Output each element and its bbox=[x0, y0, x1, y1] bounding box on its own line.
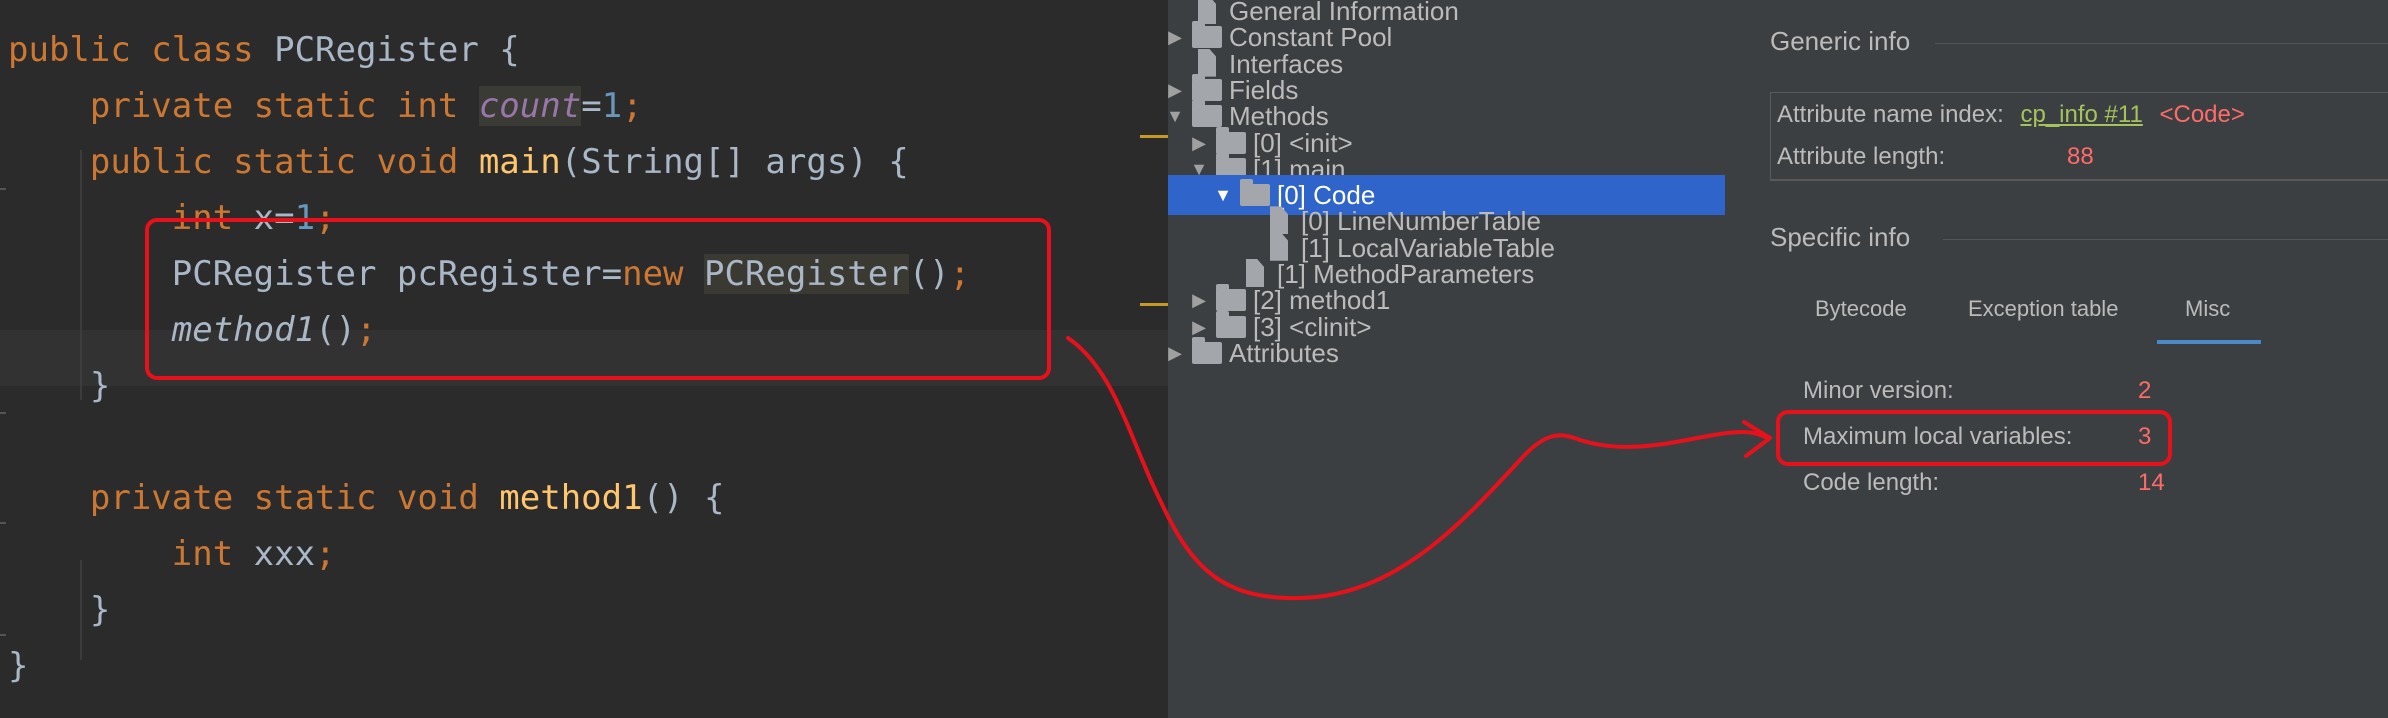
annotation-arrow bbox=[1066, 336, 1770, 601]
annotation-layer bbox=[1066, 336, 1772, 601]
annotation-arrowhead bbox=[1742, 420, 1772, 458]
